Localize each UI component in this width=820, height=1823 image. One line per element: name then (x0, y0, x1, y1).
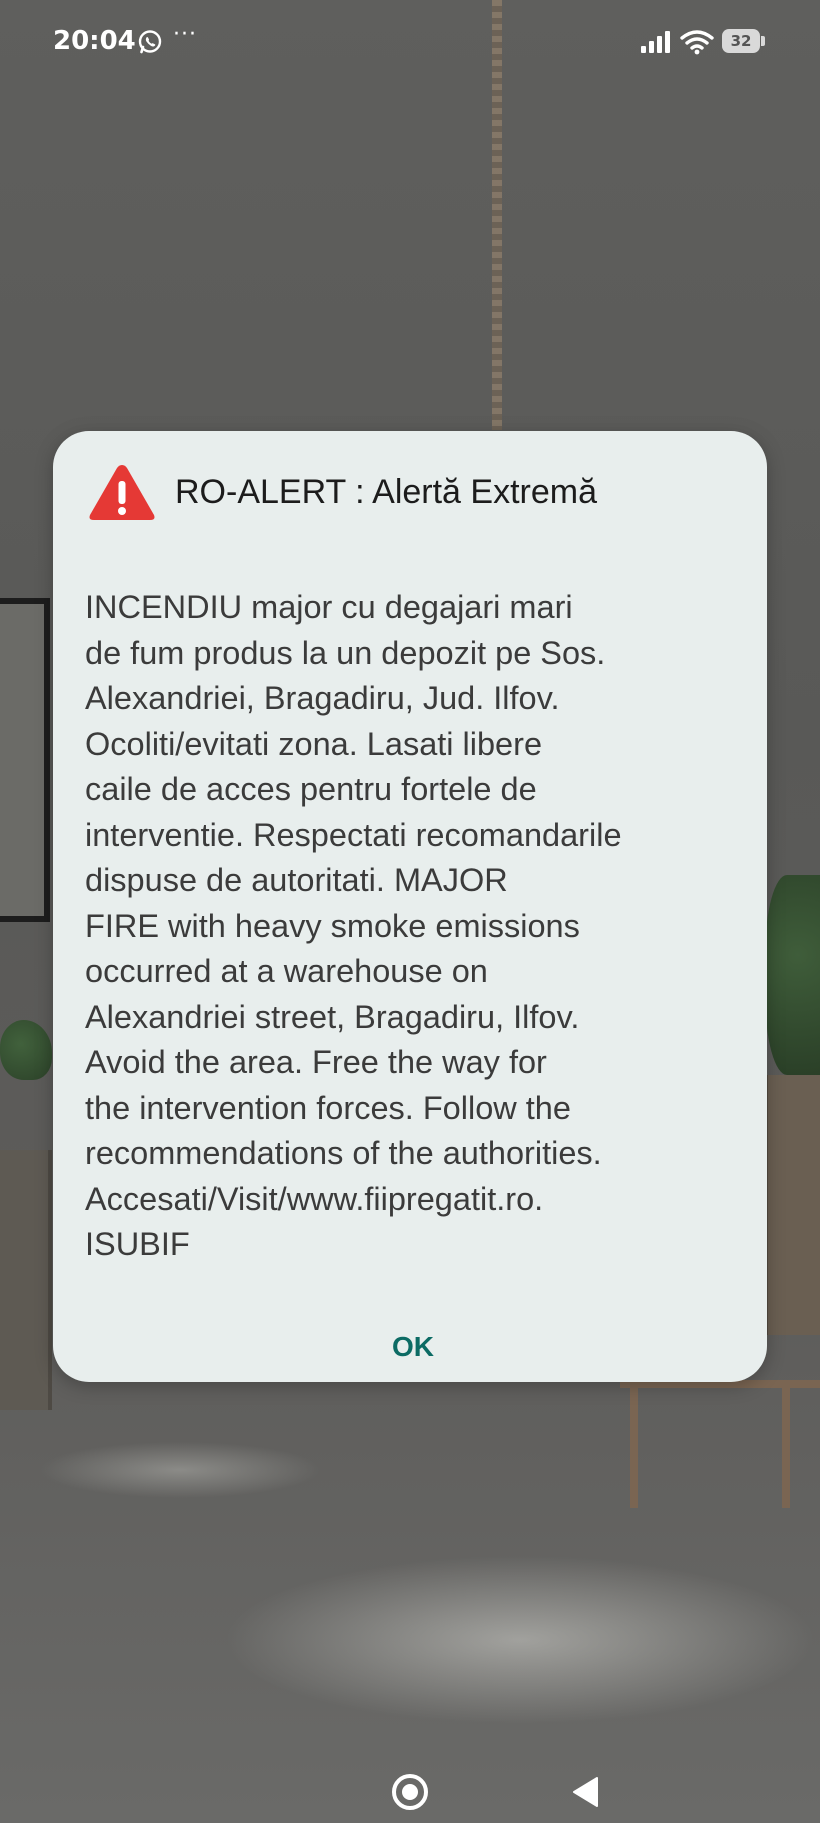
message-line: INCENDIU major cu degajari mari (85, 589, 573, 625)
ok-button[interactable]: OK (371, 1317, 455, 1377)
status-time: 20:04 (53, 26, 136, 56)
message-line: the intervention forces. Follow the (85, 1089, 571, 1126)
plant-right (765, 875, 820, 1075)
battery-level: 32 (722, 29, 760, 53)
shelf-left (0, 1150, 52, 1410)
message-line: Avoid the area. Free the way for (85, 1044, 547, 1080)
picture-frame (0, 598, 50, 922)
warning-icon (89, 465, 155, 520)
bed-frame (620, 1380, 820, 1508)
message-line: interventie. Respectati recomandarile (85, 816, 622, 853)
more-notifications-icon: ··· (173, 22, 197, 47)
navigation-bar (0, 1740, 820, 1823)
message-line: de fum produs la un depozit pe Sos. (85, 634, 606, 671)
home-icon[interactable] (391, 1773, 429, 1811)
wifi-icon (680, 30, 714, 55)
message-line: dispuse de autoritati. MAJOR (85, 862, 508, 898)
alert-message: INCENDIU major cu degajari mari de fum p… (85, 585, 745, 1268)
message-line: occurred at a warehouse on (85, 953, 488, 989)
dialog-title: RO-ALERT : Alertă Extremă (175, 473, 597, 511)
message-line: FIRE with heavy smoke emissions (85, 907, 580, 944)
plant-left (0, 1020, 52, 1080)
back-icon[interactable] (571, 1776, 599, 1808)
message-line: caile de acces pentru fortele de (85, 771, 537, 807)
cabinet-right (765, 1075, 820, 1335)
message-line: Alexandriei street, Bragadiru, Ilfov. (85, 998, 580, 1035)
battery-icon: 32 (722, 29, 766, 53)
message-line: ISUBIF (85, 1226, 190, 1262)
message-line: Ocoliti/evitati zona. Lasati libere (85, 725, 543, 762)
status-bar: 20:04 ··· 32 (0, 0, 820, 84)
message-line: Alexandriei, Bragadiru, Jud. Ilfov. (85, 680, 560, 716)
message-line: recommendations of the authorities. (85, 1135, 602, 1171)
alert-dialog: RO-ALERT : Alertă Extremă INCENDIU major… (53, 431, 767, 1382)
signal-icon (641, 31, 670, 53)
whatsapp-icon (138, 30, 162, 54)
message-line: Accesati/Visit/www.fiipregatit.ro. (85, 1180, 544, 1217)
